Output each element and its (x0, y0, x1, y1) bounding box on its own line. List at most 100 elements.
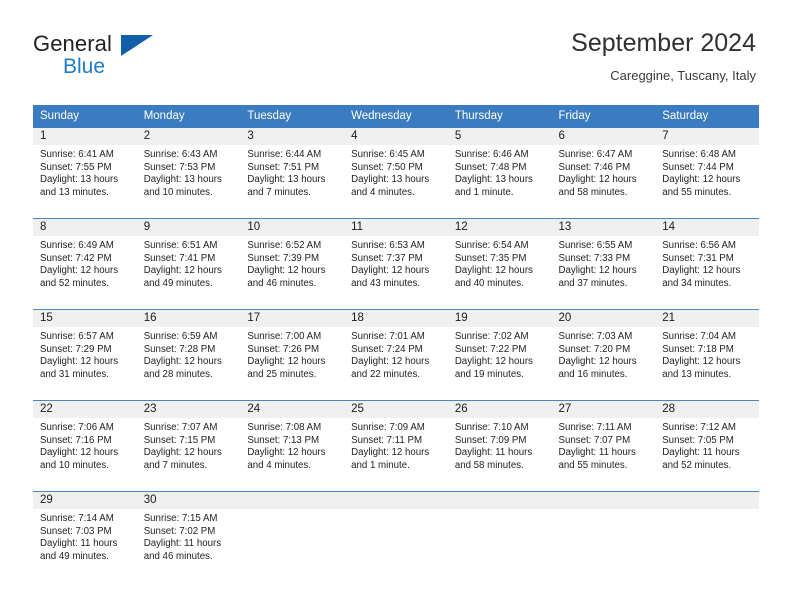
calendar-day-cell[interactable]: 27 Sunrise: 7:11 AM Sunset: 7:07 PM Dayligh… (551, 400, 656, 492)
day-details: Sunrise: 7:15 AM Sunset: 7:02 PM Daylight:… (137, 509, 241, 563)
calendar-day-cell[interactable]: 4 Sunrise: 6:45 AM Sunset: 7:50 PM Daylight… (344, 128, 448, 219)
sunset-text: Sunset: 7:37 PM (351, 252, 423, 264)
calendar-day-cell[interactable]: 3 Sunrise: 6:44 AM Sunset: 7:51 PM Daylight… (240, 128, 345, 219)
calendar-day-cell[interactable]: 19 Sunrise: 7:02 AM Sunset: 7:22 PM Dayligh… (447, 309, 552, 401)
calendar-day-cell[interactable]: 5 Sunrise: 6:46 AM Sunset: 7:48 PM Daylight… (447, 128, 552, 219)
sunset-text: Sunset: 7:42 PM (40, 252, 112, 264)
day-cell-inner: 24 Sunrise: 7:08 AM Sunset: 7:13 PM Dayligh… (240, 401, 345, 491)
sunrise-text: Sunrise: 6:46 AM (454, 149, 529, 160)
calendar-day-cell[interactable]: 24 Sunrise: 7:08 AM Sunset: 7:13 PM Dayligh… (240, 400, 345, 492)
day-details: Sunrise: 6:41 AM Sunset: 7:55 PM Daylight:… (33, 145, 137, 199)
day-number: 4 (344, 128, 448, 145)
day-details: Sunrise: 7:11 AM Sunset: 7:07 PM Daylight:… (552, 418, 656, 472)
day-details: Sunrise: 6:59 AM Sunset: 7:28 PM Daylight:… (137, 327, 241, 381)
calendar-day-cell[interactable]: 28 Sunrise: 7:12 AM Sunset: 7:05 PM Dayligh… (655, 400, 759, 492)
day-cell-inner: 17 Sunrise: 7:00 AM Sunset: 7:26 PM Dayligh… (240, 310, 345, 400)
day-cell-inner: 13 Sunrise: 6:55 AM Sunset: 7:33 PM Dayligh… (551, 219, 656, 309)
day-number: 11 (344, 219, 448, 236)
calendar-day-cell[interactable]: 2 Sunrise: 6:43 AM Sunset: 7:53 PM Daylight… (136, 128, 241, 219)
sunrise-text: Sunrise: 7:03 AM (558, 331, 633, 342)
sunset-text: Sunset: 7:07 PM (558, 434, 631, 446)
sunset-text: Sunset: 7:11 PM (351, 434, 423, 446)
calendar-day-cell[interactable]: 14 Sunrise: 6:56 AM Sunset: 7:31 PM Dayligh… (655, 218, 759, 310)
day-number: 20 (551, 310, 656, 327)
sunrise-text: Sunrise: 7:15 AM (143, 513, 218, 524)
day-number: 27 (551, 401, 656, 418)
sunset-text: Sunset: 7:22 PM (454, 343, 527, 355)
day-cell-inner: 16 Sunrise: 6:59 AM Sunset: 7:28 PM Dayligh… (136, 310, 241, 400)
sunrise-text: Sunrise: 7:11 AM (558, 422, 632, 433)
general-blue-logo[interactable]: General Blue (33, 33, 213, 81)
sunrise-text: Sunrise: 6:55 AM (558, 240, 633, 251)
daylight-text: Daylight: 12 hours and 10 minutes. (40, 447, 119, 471)
daylight-text: Daylight: 12 hours and 49 minutes. (143, 265, 222, 289)
calendar-day-cell[interactable]: 7 Sunrise: 6:48 AM Sunset: 7:44 PM Daylight… (655, 128, 759, 219)
daylight-text: Daylight: 12 hours and 52 minutes. (40, 265, 119, 289)
calendar-day-cell[interactable]: 11 Sunrise: 6:53 AM Sunset: 7:37 PM Dayligh… (344, 218, 448, 310)
day-number: 6 (551, 128, 656, 145)
daylight-text: Daylight: 12 hours and 22 minutes. (351, 356, 430, 380)
daylight-text: Daylight: 12 hours and 19 minutes. (454, 356, 533, 380)
sunset-text: Sunset: 7:55 PM (40, 161, 112, 173)
calendar-day-cell[interactable]: 12 Sunrise: 6:54 AM Sunset: 7:35 PM Dayligh… (447, 218, 552, 310)
calendar-day-cell[interactable]: 23 Sunrise: 7:07 AM Sunset: 7:15 PM Dayligh… (136, 400, 241, 492)
day-details: Sunrise: 7:07 AM Sunset: 7:15 PM Daylight:… (137, 418, 241, 472)
day-cell-inner: 1 Sunrise: 6:41 AM Sunset: 7:55 PM Daylight… (33, 128, 137, 218)
day-details: Sunrise: 6:49 AM Sunset: 7:42 PM Daylight:… (33, 236, 137, 290)
daylight-text: Daylight: 12 hours and 55 minutes. (662, 174, 741, 198)
calendar-day-cell[interactable]: 6 Sunrise: 6:47 AM Sunset: 7:46 PM Daylight… (551, 128, 656, 219)
title-block: September 2024 Careggine, Tuscany, Italy (571, 28, 756, 85)
calendar-day-cell[interactable]: 18 Sunrise: 7:01 AM Sunset: 7:24 PM Dayligh… (344, 309, 448, 401)
sunset-text: Sunset: 7:35 PM (454, 252, 527, 264)
calendar-header-row: Sunday Monday Tuesday Wednesday Thursday Frid… (33, 105, 759, 128)
calendar-week-row: 1 Sunrise: 6:41 AM Sunset: 7:55 PM Daylight… (33, 128, 759, 219)
calendar-day-cell[interactable]: 25 Sunrise: 7:09 AM Sunset: 7:11 PM Dayligh… (344, 400, 448, 492)
day-cell-inner: 26 Sunrise: 7:10 AM Sunset: 7:09 PM Dayligh… (447, 401, 552, 491)
day-cell-inner: 4 Sunrise: 6:45 AM Sunset: 7:50 PM Daylight… (344, 128, 448, 218)
daylight-text: Daylight: 12 hours and 25 minutes. (247, 356, 326, 380)
day-cell-inner: 25 Sunrise: 7:09 AM Sunset: 7:11 PM Dayligh… (344, 401, 448, 491)
day-cell-inner: 12 Sunrise: 6:54 AM Sunset: 7:35 PM Dayligh… (447, 219, 552, 309)
calendar-day-cell[interactable]: 10 Sunrise: 6:52 AM Sunset: 7:39 PM Dayligh… (240, 218, 345, 310)
daylight-text: Daylight: 11 hours and 49 minutes. (40, 538, 118, 562)
day-cell-inner: 2 Sunrise: 6:43 AM Sunset: 7:53 PM Daylight… (136, 128, 241, 218)
daylight-text: Daylight: 11 hours and 46 minutes. (143, 538, 222, 562)
sunrise-text: Sunrise: 6:52 AM (247, 240, 322, 251)
calendar-day-cell[interactable]: 1 Sunrise: 6:41 AM Sunset: 7:55 PM Daylight… (33, 128, 137, 219)
day-number: 19 (447, 310, 552, 327)
sunrise-text: Sunrise: 6:53 AM (351, 240, 425, 251)
calendar-week-row: 15 Sunrise: 6:57 AM Sunset: 7:29 PM Dayligh… (33, 309, 759, 401)
calendar-day-cell[interactable]: 29 Sunrise: 7:14 AM Sunset: 7:03 PM Dayligh… (33, 491, 137, 582)
calendar-day-cell[interactable]: 20 Sunrise: 7:03 AM Sunset: 7:20 PM Dayligh… (551, 309, 656, 401)
calendar-day-cell[interactable]: 21 Sunrise: 7:04 AM Sunset: 7:18 PM Dayligh… (655, 309, 759, 401)
calendar-day-cell[interactable]: 13 Sunrise: 6:55 AM Sunset: 7:33 PM Dayligh… (551, 218, 656, 310)
day-details: Sunrise: 6:53 AM Sunset: 7:37 PM Daylight:… (344, 236, 448, 290)
daylight-text: Daylight: 12 hours and 40 minutes. (454, 265, 533, 289)
sunrise-text: Sunrise: 6:56 AM (662, 240, 736, 251)
daylight-text: Daylight: 12 hours and 34 minutes. (662, 265, 741, 289)
calendar-day-cell[interactable]: 15 Sunrise: 6:57 AM Sunset: 7:29 PM Dayligh… (33, 309, 137, 401)
calendar-day-cell[interactable]: 9 Sunrise: 6:51 AM Sunset: 7:41 PM Daylight… (136, 218, 241, 310)
sunrise-text: Sunrise: 7:09 AM (351, 422, 425, 433)
day-cell-inner: 6 Sunrise: 6:47 AM Sunset: 7:46 PM Daylight… (551, 128, 656, 218)
sunset-text: Sunset: 7:31 PM (662, 252, 734, 264)
calendar-day-cell[interactable]: 22 Sunrise: 7:06 AM Sunset: 7:16 PM Dayligh… (33, 400, 137, 492)
day-number (344, 492, 448, 509)
sunset-text: Sunset: 7:02 PM (143, 525, 216, 537)
sunset-text: Sunset: 7:24 PM (351, 343, 423, 355)
calendar-day-cell[interactable]: 8 Sunrise: 6:49 AM Sunset: 7:42 PM Daylight… (33, 218, 137, 310)
day-number (447, 492, 552, 509)
calendar-day-cell[interactable]: 26 Sunrise: 7:10 AM Sunset: 7:09 PM Dayligh… (447, 400, 552, 492)
day-cell-inner: 20 Sunrise: 7:03 AM Sunset: 7:20 PM Dayligh… (551, 310, 656, 400)
day-details: Sunrise: 7:12 AM Sunset: 7:05 PM Daylight:… (655, 418, 759, 472)
day-details: Sunrise: 6:44 AM Sunset: 7:51 PM Daylight:… (240, 145, 344, 199)
day-cell-inner: 27 Sunrise: 7:11 AM Sunset: 7:07 PM Dayligh… (551, 401, 656, 491)
calendar-day-cell[interactable]: 17 Sunrise: 7:00 AM Sunset: 7:26 PM Dayligh… (240, 309, 345, 401)
day-number: 21 (655, 310, 759, 327)
day-number: 8 (33, 219, 137, 236)
calendar-day-cell[interactable]: 30 Sunrise: 7:15 AM Sunset: 7:02 PM Dayligh… (136, 491, 241, 582)
sunset-text: Sunset: 7:39 PM (247, 252, 320, 264)
day-cell-inner: 7 Sunrise: 6:48 AM Sunset: 7:44 PM Daylight… (655, 128, 759, 218)
day-details: Sunrise: 7:02 AM Sunset: 7:22 PM Daylight:… (448, 327, 552, 381)
calendar-day-cell[interactable]: 16 Sunrise: 6:59 AM Sunset: 7:28 PM Dayligh… (136, 309, 241, 401)
